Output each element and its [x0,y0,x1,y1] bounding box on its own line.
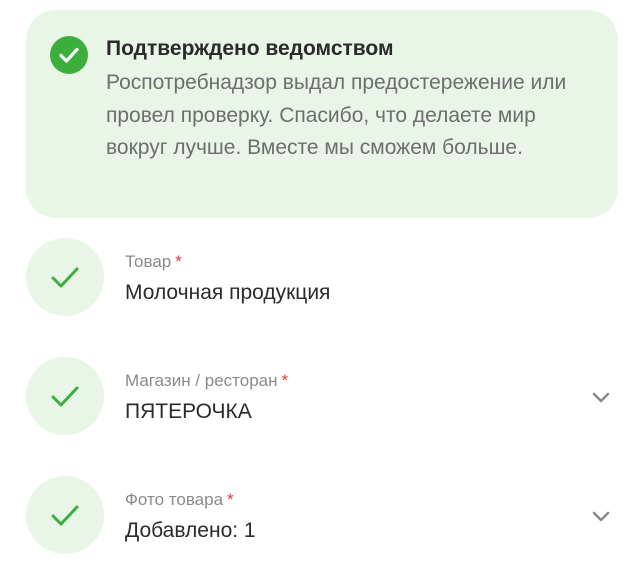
check-icon [26,238,104,316]
field-label: Магазин / ресторан * [125,370,288,392]
required-marker: * [281,371,289,390]
required-marker: * [175,252,182,271]
complaint-status-page: Подтверждено ведомством Роспотребнадзор … [0,0,640,566]
field-photo[interactable]: Фото товара * Добавлено: 1 [0,476,640,556]
field-store[interactable]: Магазин / ресторан * ПЯТЕРОЧКА [0,357,640,437]
field-label-text: Магазин / ресторан [125,371,278,390]
field-value: ПЯТЕРОЧКА [125,400,252,423]
field-product[interactable]: Товар * Молочная продукция [0,238,640,318]
check-icon [26,357,104,435]
check-icon [26,476,104,554]
field-label-text: Товар [125,252,172,271]
field-label: Фото товара * [125,489,234,511]
required-marker: * [227,490,234,509]
chevron-down-icon[interactable] [588,387,614,407]
field-value: Добавлено: 1 [125,519,256,542]
field-label: Товар * [125,251,182,273]
verification-banner: Подтверждено ведомством Роспотребнадзор … [26,10,618,218]
field-value: Молочная продукция [125,281,331,304]
field-label-text: Фото товара [125,490,224,509]
chevron-down-icon[interactable] [588,506,614,526]
check-circle-icon [50,36,88,74]
banner-title: Подтверждено ведомством [106,37,394,60]
banner-text: Роспотребнадзор выдал предостережение ил… [106,71,567,159]
